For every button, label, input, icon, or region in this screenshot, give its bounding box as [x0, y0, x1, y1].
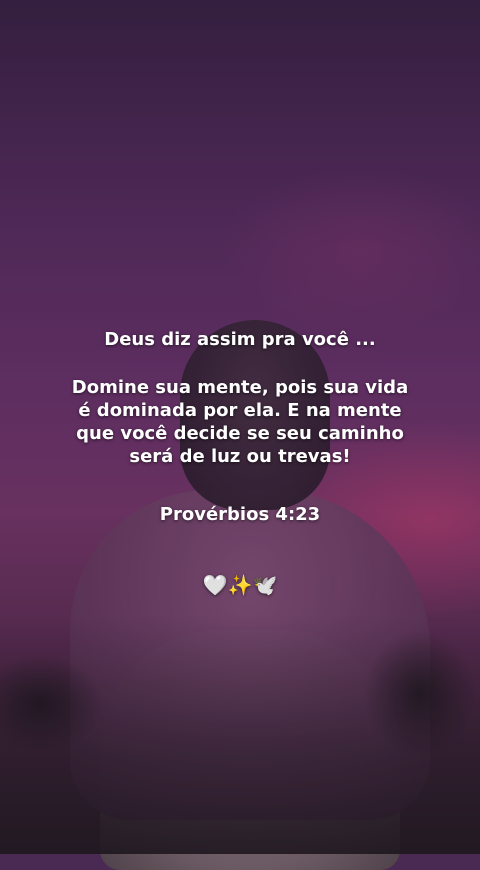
- message-text: Domine sua mente, pois sua vida é domina…: [0, 376, 480, 468]
- message-line: Domine sua mente, pois sua vida: [71, 377, 409, 398]
- emoji-row: 🤍✨🕊️: [202, 573, 278, 597]
- message-line: que você decide se seu caminho: [76, 423, 404, 444]
- heading-text: Deus diz assim pra você ...: [104, 329, 376, 350]
- message-line: será de luz ou trevas!: [129, 446, 351, 467]
- message-line: é dominada por ela. E na mente: [78, 400, 402, 421]
- verse-reference: Provérbios 4:23: [159, 504, 321, 525]
